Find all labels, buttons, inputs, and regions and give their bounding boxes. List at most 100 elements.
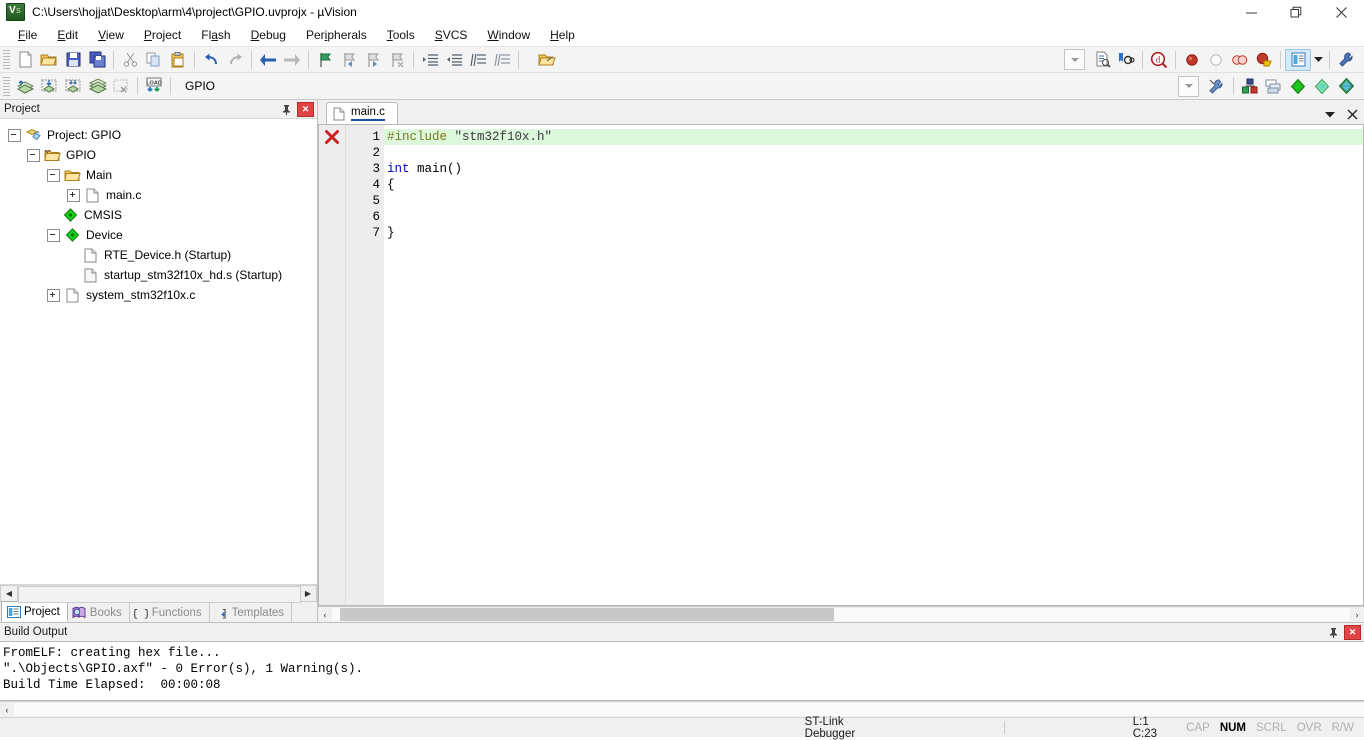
menu-svcs[interactable]: SVCS <box>425 26 478 44</box>
tab-project[interactable]: Project <box>1 601 68 622</box>
tab-books[interactable]: ? Books <box>68 603 130 622</box>
build-icon[interactable] <box>37 75 61 97</box>
code-line[interactable]: #include "stm32f10x.h" <box>384 129 1363 145</box>
manage-project-items-icon[interactable] <box>1238 75 1262 97</box>
back-arrow-icon[interactable] <box>256 49 280 71</box>
menu-window[interactable]: Window <box>477 26 540 44</box>
stop-build-icon[interactable] <box>109 75 133 97</box>
close-icon[interactable] <box>1344 106 1360 122</box>
cut-icon[interactable] <box>118 49 142 71</box>
restore-button[interactable] <box>1274 0 1319 24</box>
editor-tab-main-c[interactable]: main.c <box>326 102 398 124</box>
bookmark-prev-icon[interactable] <box>337 49 361 71</box>
save-icon[interactable] <box>61 49 85 71</box>
code-editor-surface[interactable]: 1 2 3 4 5 6 7 #include "stm32f10x.h" int… <box>318 124 1364 606</box>
menu-help[interactable]: Help <box>540 26 585 44</box>
scroll-track[interactable] <box>14 703 1364 716</box>
code-line[interactable] <box>384 193 1363 209</box>
tree-item-cmsis[interactable]: CMSIS <box>8 205 317 225</box>
menu-flash[interactable]: Flash <box>191 26 240 44</box>
tree-item-startup-s[interactable]: startup_stm32f10x_hd.s (Startup) <box>8 265 317 285</box>
select-software-packs-alt-icon[interactable] <box>1310 75 1334 97</box>
debug-session-icon[interactable]: d <box>1147 49 1171 71</box>
minimize-button[interactable] <box>1229 0 1274 24</box>
pack-installer-icon[interactable] <box>1334 75 1358 97</box>
window-layout-icon[interactable] <box>1285 49 1311 71</box>
comment-icon[interactable] <box>466 49 490 71</box>
pin-icon[interactable] <box>279 102 293 116</box>
redo-icon[interactable] <box>223 49 247 71</box>
tree-item-gpio-target[interactable]: GPIO <box>8 145 317 165</box>
indent-left-icon[interactable] <box>442 49 466 71</box>
target-name-value[interactable]: GPIO <box>179 79 305 93</box>
bookmark-toggle-icon[interactable] <box>313 49 337 71</box>
tab-functions[interactable]: { } Functions <box>130 603 210 622</box>
open-folder-icon[interactable] <box>535 49 559 71</box>
uncomment-icon[interactable] <box>490 49 514 71</box>
menu-tools[interactable]: Tools <box>377 26 425 44</box>
undo-icon[interactable] <box>199 49 223 71</box>
tree-item-system-stm32f10x-c[interactable]: system_stm32f10x.c <box>8 285 317 305</box>
breakpoint-icon[interactable] <box>1180 49 1204 71</box>
tree-item-project-gpio[interactable]: Project: GPIO <box>8 125 317 145</box>
find-combo-arrow[interactable] <box>1064 49 1085 70</box>
build-output-text[interactable]: FromELF: creating hex file... ".\Objects… <box>0 641 1364 701</box>
build-horizontal-scrollbar[interactable]: ‹ <box>0 701 1364 717</box>
toolbar-grip[interactable] <box>3 77 10 96</box>
target-options-icon[interactable] <box>1205 75 1229 97</box>
menu-debug[interactable]: Debug <box>241 26 296 44</box>
scroll-left-arrow-icon[interactable]: ‹ <box>318 608 332 622</box>
save-all-icon[interactable] <box>85 49 109 71</box>
indent-right-icon[interactable] <box>418 49 442 71</box>
find-in-files-icon[interactable] <box>1090 49 1114 71</box>
menu-peripherals[interactable]: Peripherals <box>296 26 377 44</box>
tree-item-main-group[interactable]: Main <box>8 165 317 185</box>
copy-icon[interactable] <box>142 49 166 71</box>
bookmark-search-icon[interactable] <box>1114 49 1138 71</box>
expander-minus-icon[interactable] <box>47 169 60 182</box>
expander-plus-icon[interactable] <box>67 189 80 202</box>
tree-item-rte-device-h[interactable]: RTE_Device.h (Startup) <box>8 245 317 265</box>
scroll-right-arrow-icon[interactable]: ▶ <box>299 585 317 602</box>
toolbar-grip[interactable] <box>3 50 10 69</box>
editor-horizontal-scrollbar[interactable]: ‹ › <box>318 606 1364 622</box>
code-line[interactable]: int main() <box>384 161 1363 177</box>
new-file-icon[interactable] <box>13 49 37 71</box>
tree-item-main-c[interactable]: main.c <box>8 185 317 205</box>
expander-minus-icon[interactable] <box>47 229 60 242</box>
expander-minus-icon[interactable] <box>8 129 21 142</box>
menu-file[interactable]: File <box>8 26 47 44</box>
scroll-right-arrow-icon[interactable]: › <box>1350 608 1364 622</box>
tree-item-device[interactable]: Device <box>8 225 317 245</box>
code-text-area[interactable]: #include "stm32f10x.h" int main() { } <box>384 125 1363 605</box>
menu-project[interactable]: Project <box>134 26 191 44</box>
editor-gutter[interactable] <box>319 125 346 605</box>
configure-icon[interactable] <box>1334 49 1358 71</box>
breakpoint-disable-all-icon[interactable] <box>1228 49 1252 71</box>
open-file-icon[interactable] <box>37 49 61 71</box>
pin-icon[interactable] <box>1326 625 1340 639</box>
tab-templates[interactable]: [ ] Templates <box>210 603 292 622</box>
manage-run-time-env-icon[interactable] <box>1262 75 1286 97</box>
breakpoint-disable-icon[interactable] <box>1204 49 1228 71</box>
breakpoint-kill-all-icon[interactable] <box>1252 49 1276 71</box>
bookmark-clear-icon[interactable] <box>385 49 409 71</box>
code-line[interactable]: } <box>384 225 1363 241</box>
project-tree[interactable]: Project: GPIO GPIO Main <box>0 119 317 584</box>
code-line[interactable] <box>384 145 1363 161</box>
scroll-left-arrow-icon[interactable]: ◀ <box>0 585 18 602</box>
close-icon[interactable]: ✕ <box>1344 625 1361 640</box>
bookmark-next-icon[interactable] <box>361 49 385 71</box>
download-icon[interactable]: LOAD <box>142 75 166 97</box>
scroll-thumb[interactable] <box>340 608 834 621</box>
select-software-packs-icon[interactable] <box>1286 75 1310 97</box>
batch-build-icon[interactable] <box>85 75 109 97</box>
scroll-thumb[interactable] <box>18 586 301 603</box>
paste-icon[interactable] <box>166 49 190 71</box>
forward-arrow-icon[interactable] <box>280 49 304 71</box>
scroll-track[interactable] <box>18 585 299 602</box>
target-selector[interactable]: GPIO <box>179 76 305 96</box>
scroll-track[interactable] <box>332 608 1350 621</box>
close-icon[interactable]: ✕ <box>297 102 314 117</box>
target-combo-arrow[interactable] <box>1178 76 1199 97</box>
